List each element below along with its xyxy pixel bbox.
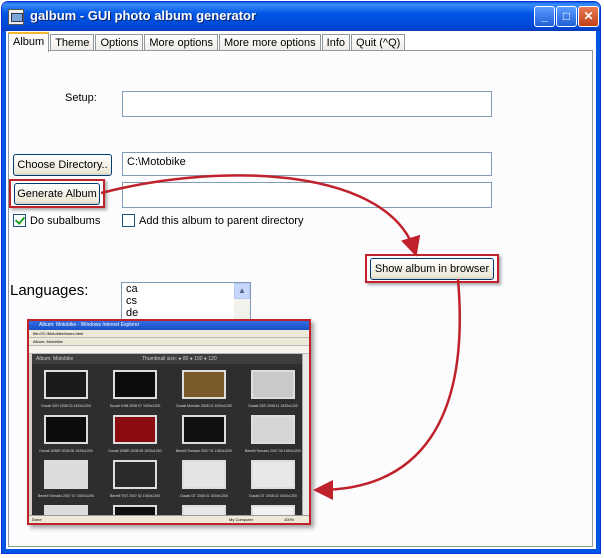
setup-label: Setup: bbox=[65, 92, 97, 104]
thumbnail-image bbox=[113, 370, 157, 399]
maximize-button[interactable]: □ bbox=[556, 6, 577, 27]
thumbnail-image bbox=[182, 415, 226, 444]
thumbnail-caption: Ducati Monster 2008 01 1920x1200 bbox=[176, 404, 232, 408]
browser-preview-screenshot: Album: Motobike - Windows Internet Explo… bbox=[27, 319, 311, 525]
browser-tab: Album: Motobike bbox=[29, 338, 309, 346]
generate-album-button[interactable]: Generate Album bbox=[14, 183, 100, 205]
album-page: Album: Motobike Thumbnail size: ● 80 ● 1… bbox=[32, 354, 304, 523]
do-subalbums-check[interactable] bbox=[13, 214, 26, 227]
thumbnail-caption: Ducati S2R 2008 03 1920x1200 bbox=[41, 404, 91, 408]
language-item[interactable]: cs bbox=[122, 295, 250, 307]
thumbnail-caption: Ducati GT 2008 02 1920x1200 bbox=[249, 494, 297, 498]
thumbnail-caption: Benelli Tornado 2007 07 1920x1200 bbox=[38, 494, 94, 498]
browser-toolbar bbox=[29, 346, 309, 354]
album-page-heading: Album: Motobike Thumbnail size: ● 80 ● 1… bbox=[32, 354, 304, 364]
do-subalbums-checkbox[interactable]: Do subalbums bbox=[13, 214, 100, 227]
directory-field[interactable]: C:\Motobike bbox=[122, 152, 492, 176]
thumbnail-caption: Ducati 1098 2008 07 1920x1200 bbox=[109, 404, 161, 408]
thumbnail-image bbox=[113, 460, 157, 489]
tab-bar: Album Theme Options More options More mo… bbox=[8, 32, 406, 52]
status-zoom: 100% bbox=[284, 517, 295, 522]
thumbnail-caption: Benelli Tornado 2007 05 1920x1200 bbox=[245, 449, 301, 453]
add-to-parent-check[interactable] bbox=[122, 214, 135, 227]
tab-more-more-options[interactable]: More more options bbox=[218, 34, 321, 51]
thumbnail-caption: Benelli TNT 2007 02 1920x1200 bbox=[109, 494, 161, 498]
language-item[interactable]: de bbox=[122, 307, 250, 319]
app-icon bbox=[8, 9, 24, 25]
browser-address-bar: file:///C:/Motobike/index.html bbox=[29, 330, 309, 338]
tab-album[interactable]: Album bbox=[8, 32, 50, 52]
close-button[interactable]: ✕ bbox=[578, 6, 599, 27]
language-item[interactable]: ca bbox=[122, 283, 250, 295]
minimize-button[interactable]: _ bbox=[534, 6, 555, 27]
thumbnail-image bbox=[182, 370, 226, 399]
thumbnail-image bbox=[44, 370, 88, 399]
add-to-parent-label: Add this album to parent directory bbox=[139, 214, 304, 227]
status-right: My Computer bbox=[229, 517, 254, 522]
thumbnail-image bbox=[251, 415, 295, 444]
tab-more-options[interactable]: More options bbox=[144, 34, 218, 51]
thumbnail-caption: Ducati GT 2008 01 1920x1200 bbox=[180, 494, 228, 498]
status-left: Done bbox=[32, 517, 42, 522]
tab-theme[interactable]: Theme bbox=[50, 34, 95, 51]
choose-directory-button[interactable]: Choose Directory.. bbox=[13, 154, 112, 176]
browser-status-bar: Done My Computer 100% bbox=[29, 515, 309, 523]
tab-quit[interactable]: Quit (^Q) bbox=[351, 34, 406, 51]
thumbnail-image bbox=[113, 415, 157, 444]
thumbnail-image bbox=[251, 460, 295, 489]
languages-list[interactable]: ca cs de ▲ bbox=[121, 282, 251, 322]
show-album-in-browser-button[interactable]: Show album in browser bbox=[370, 258, 494, 280]
setup-field[interactable] bbox=[122, 91, 492, 117]
tab-options[interactable]: Options bbox=[95, 34, 144, 51]
languages-scrollbar[interactable]: ▲ bbox=[234, 283, 250, 321]
add-to-parent-checkbox[interactable]: Add this album to parent directory bbox=[122, 214, 303, 227]
thumbnail-image bbox=[44, 415, 88, 444]
browser-title: Album: Motobike - Windows Internet Explo… bbox=[29, 321, 309, 330]
scroll-up-icon[interactable]: ▲ bbox=[234, 283, 250, 299]
thumbnail-caption: Ducati S2R 2008 11 1920x1200 bbox=[248, 404, 298, 408]
tab-info[interactable]: Info bbox=[321, 34, 351, 51]
generate-output-field[interactable] bbox=[122, 182, 492, 208]
thumbnail-caption: Benelli Tornado 2007 01 1920x1200 bbox=[176, 449, 232, 453]
thumbnail-image bbox=[251, 370, 295, 399]
thumbnail-image bbox=[44, 460, 88, 489]
window-title: galbum - GUI photo album generator bbox=[30, 8, 257, 23]
browser-scrollbar bbox=[302, 354, 309, 517]
languages-label: Languages: bbox=[10, 282, 89, 299]
title-bar[interactable]: galbum - GUI photo album generator _ □ ✕ bbox=[2, 2, 600, 31]
thumbnail-caption: Ducati 1098R 2008 05 1920x1200 bbox=[108, 449, 162, 453]
do-subalbums-label: Do subalbums bbox=[30, 214, 101, 227]
thumbnail-caption: Ducati 1098R 2008 06 1920x1200 bbox=[39, 449, 93, 453]
thumbnail-image bbox=[182, 460, 226, 489]
